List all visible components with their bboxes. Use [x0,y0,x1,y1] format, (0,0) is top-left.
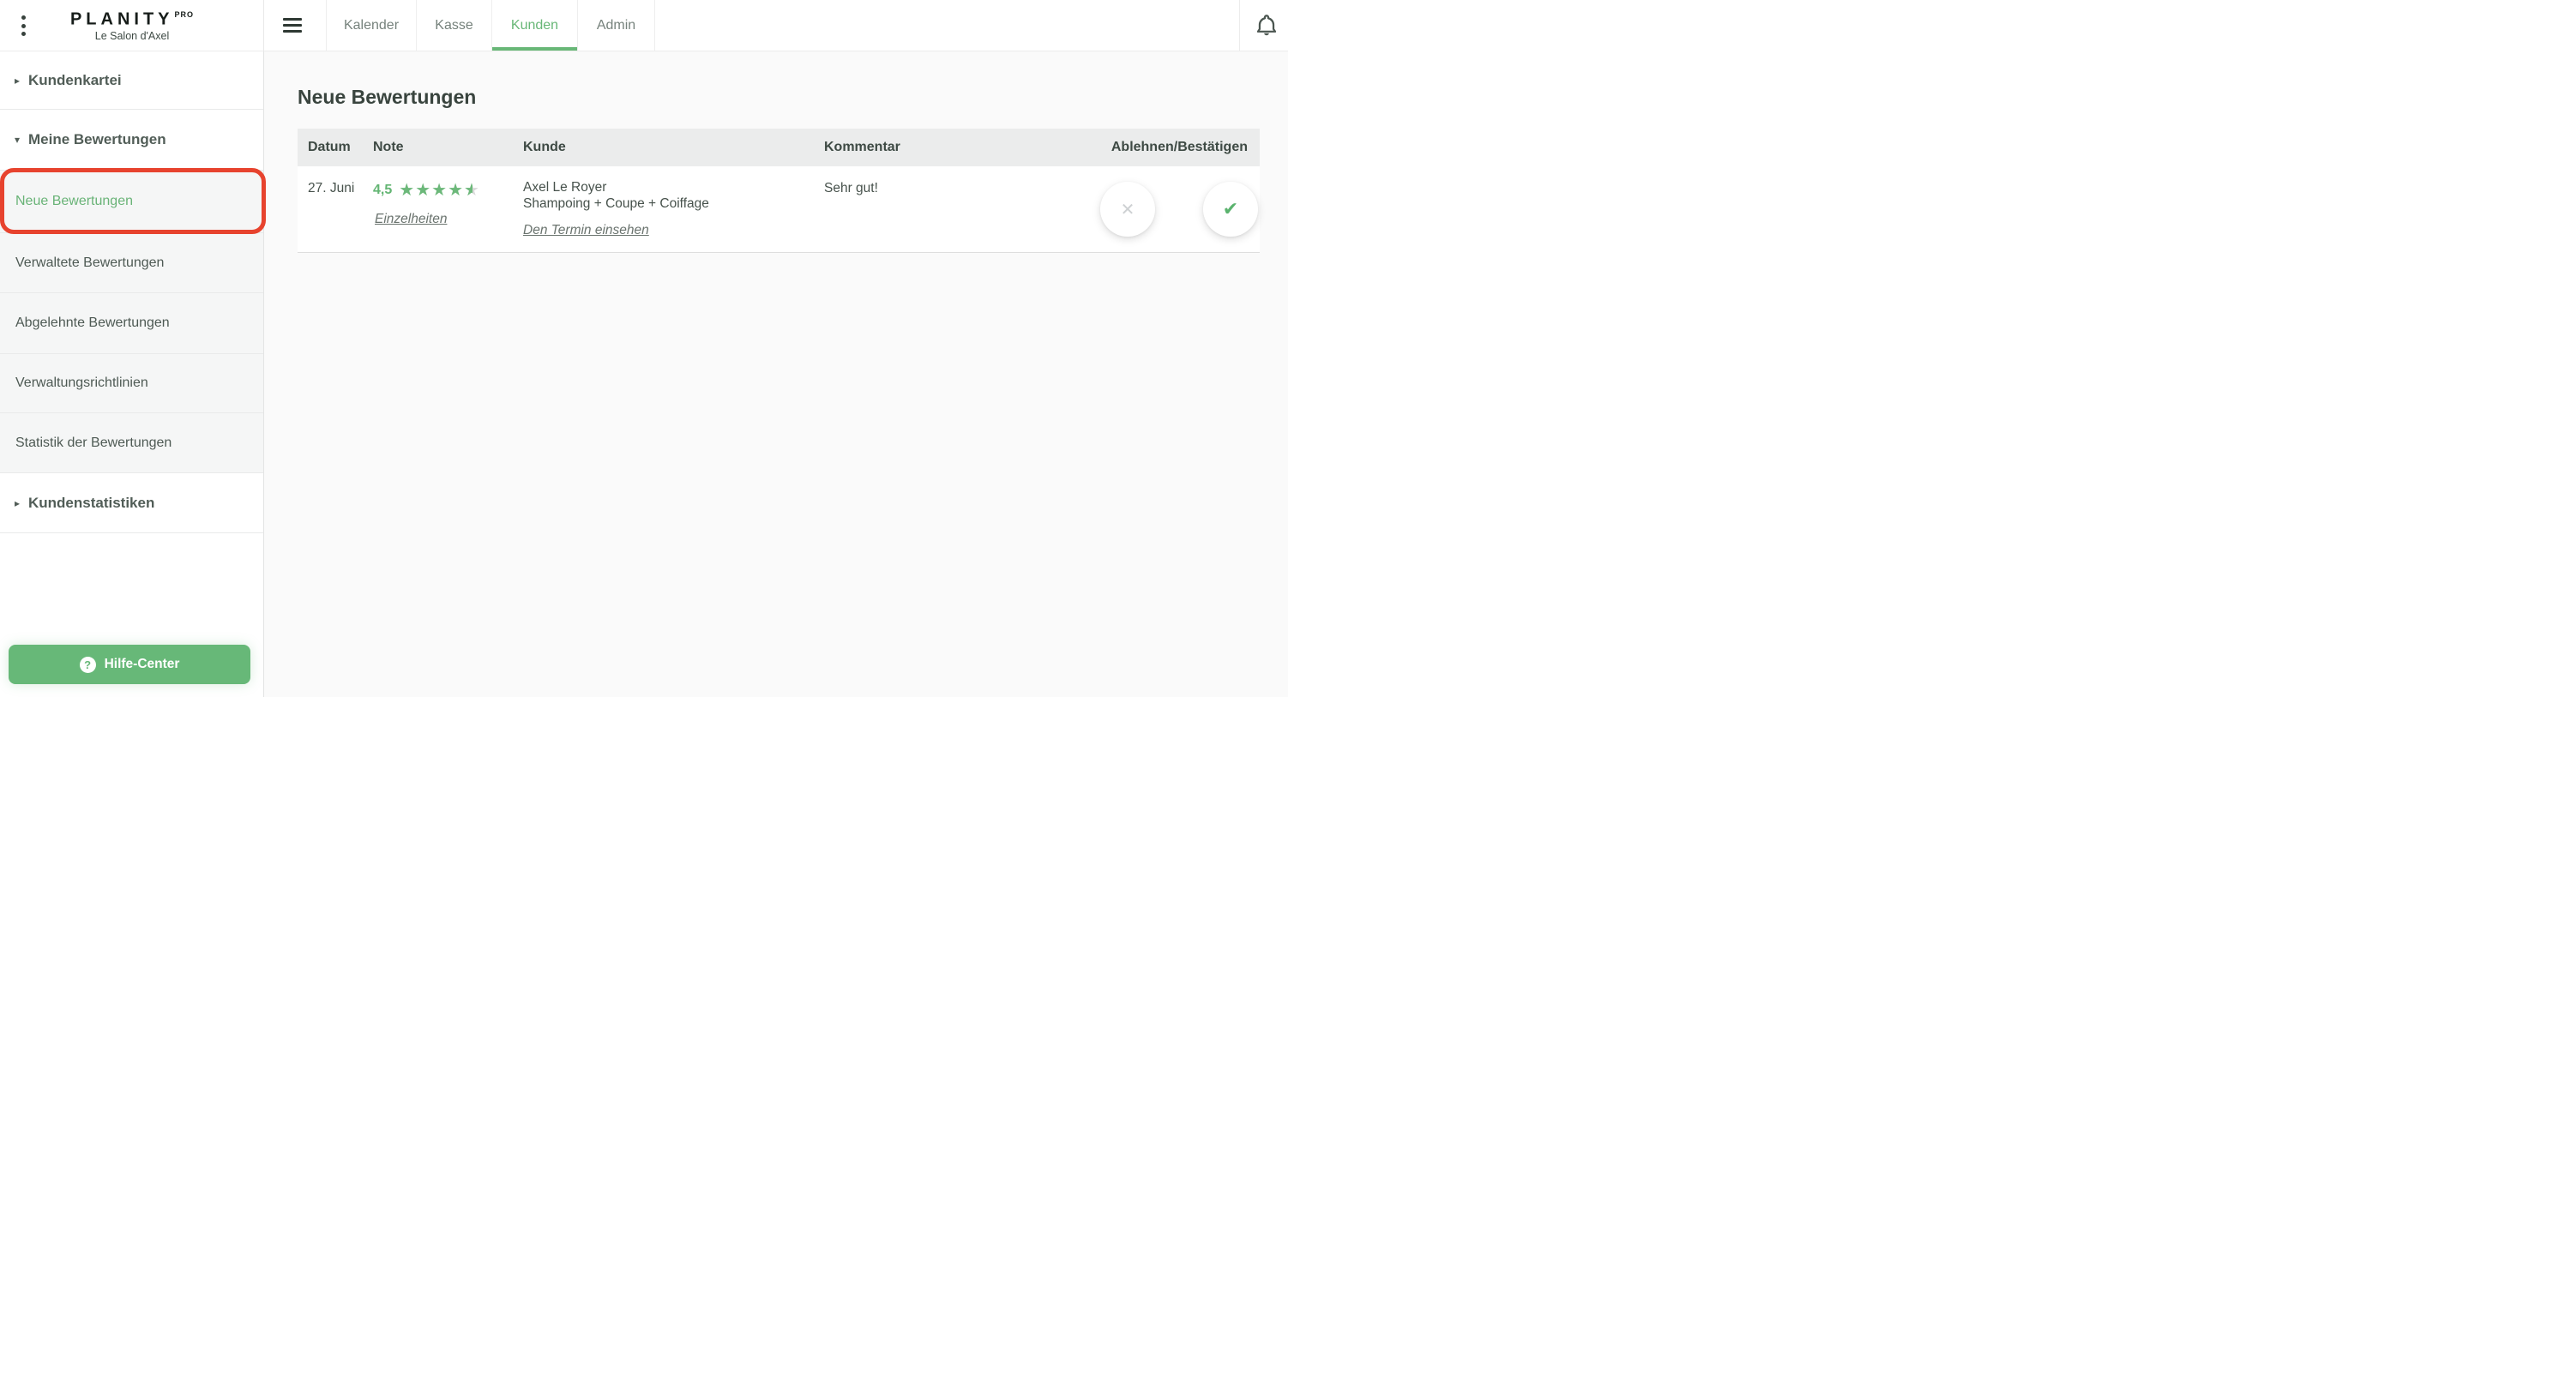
rating-stars: ★ ★ ★ ★ ★ ★ [399,181,480,200]
sidebar-group-meine-bewertungen[interactable]: ▾ Meine Bewertungen [0,110,263,171]
logo-block: PLANITYPRO Le Salon d'Axel [0,6,264,43]
reviews-table: Datum Note Kunde Kommentar Ablehnen/Best… [298,129,1260,253]
help-center-button[interactable]: ? Hilfe-Center [9,645,250,684]
sidebar-group-label: Meine Bewertungen [28,131,166,147]
review-note-cell: 4,5 ★ ★ ★ ★ ★ ★ Einzelheiten [363,166,513,252]
sidebar-item-statistik-der-bewertungen[interactable]: Statistik der Bewertungen [0,413,263,473]
sidebar-group-kundenstatistiken[interactable]: ▸ Kundenstatistiken [0,473,263,533]
review-customer-cell: Axel Le Royer Shampoing + Coupe + Coiffa… [513,166,814,252]
col-header-kommentar: Kommentar [824,140,900,154]
review-actions-cell: ✕ ✔ [1044,166,1260,252]
sidebar-item-verwaltete-bewertungen[interactable]: Verwaltete Bewertungen [0,233,263,293]
customer-service: Shampoing + Coupe + Coiffage [523,196,709,211]
tab-kunden[interactable]: Kunden [491,0,577,51]
confirm-review-button[interactable]: ✔ [1203,182,1258,237]
topbar-divider [1239,0,1240,51]
brand-area: PLANITYPRO Le Salon d'Axel [0,0,264,51]
col-header-ablehnen-bestaetigen: Ablehnen/Bestätigen [1110,140,1248,154]
tab-admin[interactable]: Admin [577,0,655,51]
star-full-icon: ★ [431,181,448,200]
star-half-icon: ★ ★ [464,181,480,200]
check-icon: ✔ [1222,198,1239,219]
table-header-row: Datum Note Kunde Kommentar Ablehnen/Best… [298,129,1260,166]
chevron-right-icon: ▸ [15,74,21,87]
salon-name: Le Salon d'Axel [94,29,170,42]
sidebar-item-neue-bewertungen[interactable]: Neue Bewertungen [0,171,263,233]
question-mark-icon: ? [79,656,96,673]
sidebar-item-verwaltungsrichtlinien[interactable]: Verwaltungsrichtlinien [0,354,263,413]
sidebar-item-abgelehnte-bewertungen[interactable]: Abgelehnte Bewertungen [0,293,263,354]
tab-kalender[interactable]: Kalender [326,0,416,51]
sidebar: ▸ Kundenkartei ▾ Meine Bewertungen Neue … [0,51,264,697]
sidebar-group-label: Kundenkartei [28,71,122,88]
chevron-down-icon: ▾ [15,134,21,146]
main-nav: Kalender Kasse Kunden Admin [326,0,655,51]
col-header-note: Note [373,140,404,154]
star-full-icon: ★ [399,181,416,200]
rating-value: 4,5 [373,183,393,197]
main-content: Neue Bewertungen Datum Note Kunde Kommen… [264,51,1288,697]
star-full-icon: ★ [448,181,464,200]
view-appointment-link[interactable]: Den Termin einsehen [523,222,649,238]
sidebar-group-kundenkartei[interactable]: ▸ Kundenkartei [0,51,263,110]
col-header-datum: Datum [308,140,351,154]
customer-name: Axel Le Royer [523,180,607,195]
chevron-right-icon: ▸ [15,496,21,509]
top-bar: PLANITYPRO Le Salon d'Axel Kalender Kass… [0,0,1288,51]
cross-icon: ✕ [1120,200,1135,219]
table-row: 27. Juni 4,5 ★ ★ ★ ★ ★ ★ Einzelheiten Axe… [298,166,1260,253]
sidebar-group-label: Kundenstatistiken [28,494,155,511]
review-date: 27. Juni [308,181,355,195]
help-center-label: Hilfe-Center [104,657,180,671]
page-title: Neue Bewertungen [298,86,477,108]
col-header-kunde: Kunde [523,140,566,154]
hamburger-menu-icon[interactable] [283,18,302,33]
review-comment: Sehr gut! [824,181,878,195]
details-link[interactable]: Einzelheiten [375,212,447,227]
star-full-icon: ★ [415,181,432,200]
reject-review-button[interactable]: ✕ [1100,182,1155,237]
tab-kasse[interactable]: Kasse [416,0,491,51]
logo-pro-badge: PRO [174,10,195,19]
notification-bell-icon[interactable] [1255,13,1279,39]
planity-logo: PLANITYPRO [69,9,195,29]
